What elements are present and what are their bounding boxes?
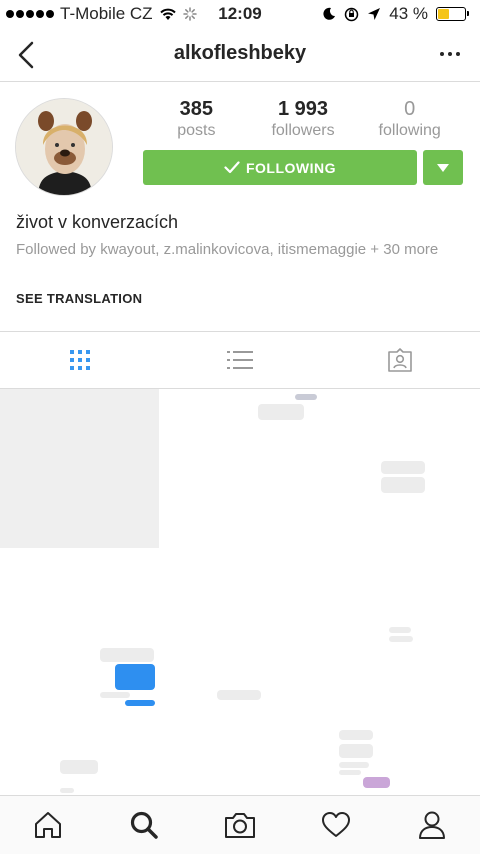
checkmark-icon bbox=[224, 161, 240, 174]
followers-label: followers bbox=[271, 122, 335, 139]
grid-post[interactable] bbox=[161, 710, 319, 795]
triangle-down-icon bbox=[437, 163, 449, 172]
posts-count: 385 bbox=[179, 98, 214, 120]
grid-view-icon bbox=[70, 350, 90, 370]
see-translation-link[interactable]: SEE TRANSLATION bbox=[16, 291, 142, 306]
nav-profile[interactable] bbox=[384, 796, 480, 854]
profile-stats: 385 posts 1 993 followers 0 following bbox=[143, 98, 463, 140]
tab-grid[interactable] bbox=[0, 332, 160, 388]
nav-search[interactable] bbox=[96, 796, 192, 854]
following-label: following bbox=[378, 122, 441, 139]
camera-icon bbox=[225, 813, 255, 838]
list-view-icon bbox=[227, 351, 253, 369]
following-button[interactable]: FOLLOWING bbox=[143, 150, 417, 185]
grid-post[interactable] bbox=[321, 710, 480, 795]
tab-tagged[interactable] bbox=[320, 332, 480, 388]
bio-text: život v konverzacích bbox=[16, 212, 179, 232]
location-arrow-icon bbox=[368, 8, 381, 20]
battery-percent: 43 % bbox=[389, 4, 428, 23]
battery-icon bbox=[436, 7, 469, 21]
followers-stat[interactable]: 1 993 followers bbox=[250, 98, 357, 140]
rotation-lock-icon bbox=[345, 7, 359, 21]
grid-post[interactable] bbox=[0, 389, 159, 548]
followers-count: 1 993 bbox=[277, 98, 329, 120]
profile-icon bbox=[419, 811, 445, 839]
posts-stat[interactable]: 385 posts bbox=[143, 98, 250, 140]
heart-icon bbox=[322, 812, 350, 837]
nav-home[interactable] bbox=[0, 796, 96, 854]
moon-icon bbox=[323, 7, 336, 20]
search-icon bbox=[130, 811, 158, 839]
more-horizontal-icon[interactable] bbox=[440, 52, 460, 56]
suggestions-dropdown-button[interactable] bbox=[423, 150, 463, 185]
grid-post[interactable] bbox=[0, 550, 159, 708]
profile-username: alkofleshbeky bbox=[173, 42, 307, 64]
following-count: 0 bbox=[404, 98, 416, 120]
grid-post[interactable] bbox=[161, 389, 319, 548]
followed-by-text[interactable]: Followed by kwayout, z.malinkovicova, it… bbox=[16, 240, 456, 259]
nav-camera[interactable] bbox=[192, 796, 288, 854]
bottom-navigation bbox=[0, 795, 480, 854]
posts-label: posts bbox=[177, 122, 216, 139]
nav-activity[interactable] bbox=[288, 796, 384, 854]
status-right: 43 % bbox=[322, 4, 469, 24]
following-stat[interactable]: 0 following bbox=[356, 98, 463, 140]
avatar[interactable] bbox=[15, 98, 113, 196]
status-bar: T-Mobile CZ 12:09 43 % bbox=[0, 0, 480, 28]
grid-post[interactable] bbox=[321, 550, 480, 708]
posts-grid bbox=[0, 389, 480, 795]
following-button-label: FOLLOWING bbox=[245, 159, 337, 176]
grid-post[interactable] bbox=[161, 550, 319, 708]
profile-header: alkofleshbeky bbox=[0, 28, 480, 82]
grid-post[interactable] bbox=[321, 389, 480, 548]
view-tabs bbox=[0, 331, 480, 389]
home-icon bbox=[35, 812, 61, 838]
tagged-photos-icon bbox=[388, 348, 412, 372]
grid-post[interactable] bbox=[0, 710, 159, 795]
tab-list[interactable] bbox=[160, 332, 320, 388]
avatar-photo bbox=[16, 99, 112, 195]
